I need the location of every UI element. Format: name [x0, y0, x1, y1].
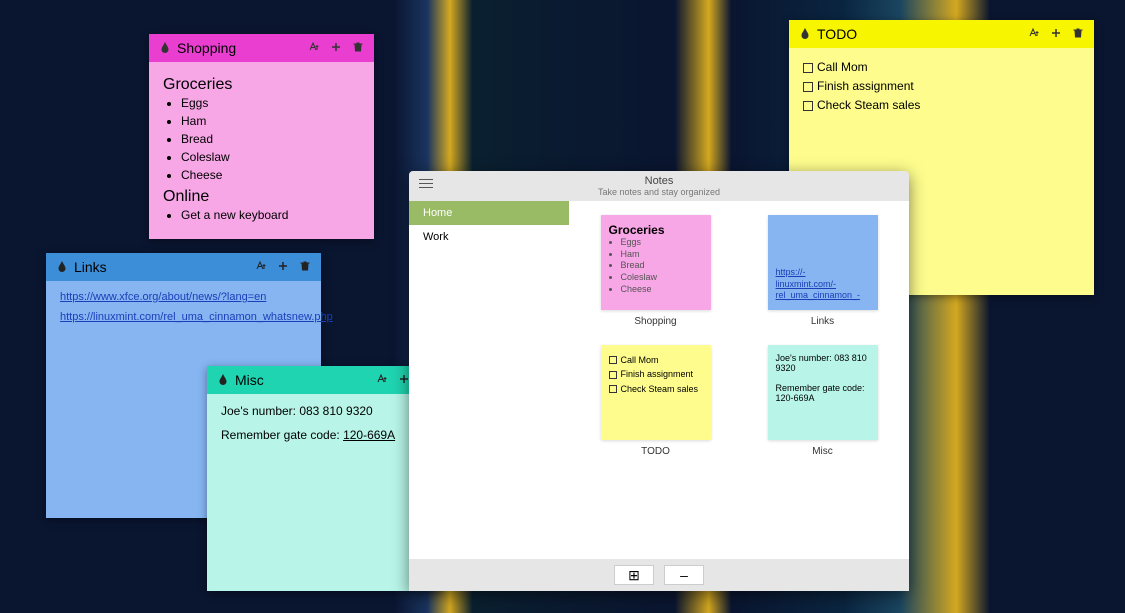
app-title: Notes: [417, 175, 901, 187]
drop-icon: [799, 27, 811, 42]
drop-icon: [159, 41, 171, 56]
heading-online: Online: [163, 188, 360, 206]
drop-icon: [217, 373, 229, 388]
format-icon[interactable]: [1028, 27, 1040, 42]
todo-item[interactable]: Finish assignment: [803, 77, 1080, 96]
checkbox-icon: [609, 385, 617, 393]
sidebar-item-work[interactable]: Work: [409, 225, 569, 249]
trash-icon[interactable]: [299, 260, 311, 275]
sticky-header[interactable]: Shopping: [149, 34, 374, 62]
misc-line1: Joe's number: 083 810 9320: [221, 404, 428, 418]
add-note-button[interactable]: ⊞: [614, 565, 654, 585]
format-icon[interactable]: [308, 41, 320, 56]
todo-item[interactable]: Call Mom: [803, 58, 1080, 77]
online-list: Get a new keyboard: [181, 206, 360, 224]
link-1[interactable]: https://www.xfce.org/about/news/?lang=en: [60, 291, 307, 303]
sticky-header[interactable]: TODO: [789, 20, 1094, 48]
sticky-header[interactable]: Misc: [207, 366, 442, 394]
trash-icon[interactable]: [1072, 27, 1084, 42]
note-card-todo: Call Mom Finish assignment Check Steam s…: [587, 345, 724, 457]
notes-app-window[interactable]: Notes Take notes and stay organized Home…: [409, 171, 909, 591]
add-icon[interactable]: [1050, 27, 1062, 42]
app-header[interactable]: Notes Take notes and stay organized: [409, 171, 909, 201]
checkbox-icon: [609, 356, 617, 364]
notes-grid: Groceries Eggs Ham Bread Coleslaw Cheese…: [569, 201, 909, 559]
add-icon[interactable]: [277, 260, 289, 275]
note-preview[interactable]: Groceries Eggs Ham Bread Coleslaw Cheese: [601, 215, 711, 310]
note-card-links: https://- linuxmint.com/- rel_uma_cinnam…: [754, 215, 891, 327]
trash-icon[interactable]: [352, 41, 364, 56]
heading-groceries: Groceries: [163, 76, 360, 94]
sticky-title: TODO: [817, 26, 1022, 42]
sticky-body[interactable]: Groceries Eggs Ham Bread Coleslaw Cheese…: [149, 62, 374, 239]
sticky-title: Misc: [235, 372, 370, 388]
drop-icon: [56, 260, 68, 275]
note-preview[interactable]: https://- linuxmint.com/- rel_uma_cinnam…: [768, 215, 878, 310]
sidebar-item-home[interactable]: Home: [409, 201, 569, 225]
sticky-title: Links: [74, 259, 249, 275]
app-body: Home Work Groceries Eggs Ham Bread Coles…: [409, 201, 909, 559]
note-card-misc: Joe's number: 083 810 9320 Remember gate…: [754, 345, 891, 457]
note-label: Misc: [812, 446, 833, 457]
add-icon[interactable]: [330, 41, 342, 56]
link-2[interactable]: https://linuxmint.com/rel_uma_cinnamon_w…: [60, 311, 307, 323]
todo-item[interactable]: Check Steam sales: [803, 96, 1080, 115]
note-preview[interactable]: Call Mom Finish assignment Check Steam s…: [601, 345, 711, 440]
format-icon[interactable]: [376, 373, 388, 388]
format-icon[interactable]: [255, 260, 267, 275]
sticky-misc[interactable]: Misc Joe's number: 083 810 9320 Remember…: [207, 366, 442, 591]
groceries-list: Eggs Ham Bread Coleslaw Cheese: [181, 94, 360, 184]
remove-note-button[interactable]: –: [664, 565, 704, 585]
sticky-header[interactable]: Links: [46, 253, 321, 281]
checkbox-icon[interactable]: [803, 63, 813, 73]
sticky-title: Shopping: [177, 40, 302, 56]
hamburger-icon[interactable]: [419, 179, 433, 191]
checkbox-icon[interactable]: [803, 82, 813, 92]
note-card-shopping: Groceries Eggs Ham Bread Coleslaw Cheese…: [587, 215, 724, 327]
sticky-shopping[interactable]: Shopping Groceries Eggs Ham Bread Colesl…: [149, 34, 374, 239]
checkbox-icon: [609, 371, 617, 379]
sticky-body[interactable]: Joe's number: 083 810 9320 Remember gate…: [207, 394, 442, 591]
app-footer: ⊞ –: [409, 559, 909, 591]
note-label: TODO: [641, 446, 670, 457]
checkbox-icon[interactable]: [803, 101, 813, 111]
sidebar: Home Work: [409, 201, 569, 559]
note-label: Links: [811, 316, 834, 327]
note-label: Shopping: [634, 316, 676, 327]
app-subtitle: Take notes and stay organized: [417, 187, 901, 197]
misc-line2: Remember gate code: 120-669A: [221, 428, 428, 442]
note-preview[interactable]: Joe's number: 083 810 9320 Remember gate…: [768, 345, 878, 440]
